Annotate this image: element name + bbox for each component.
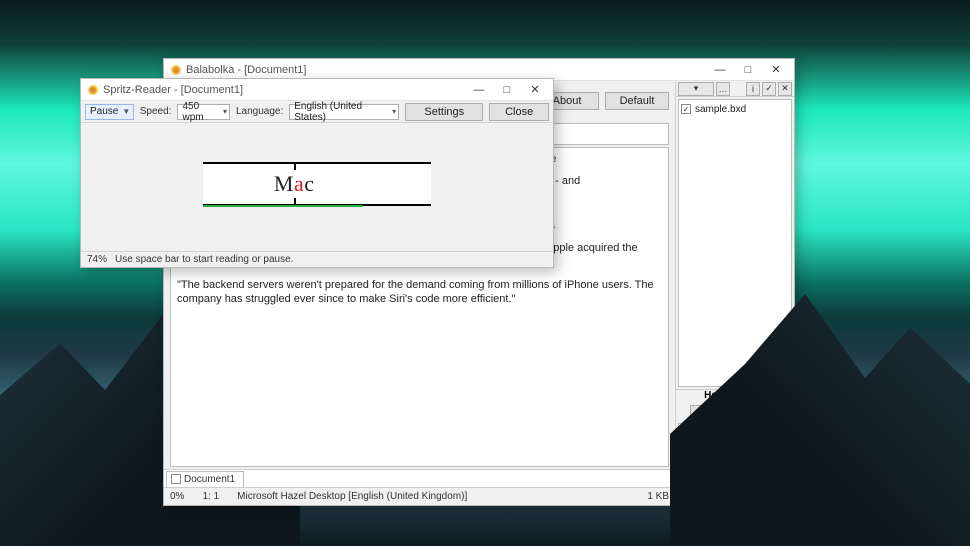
dict-remove-button[interactable]: ✕ xyxy=(778,82,792,96)
spritz-window: Spritz-Reader - [Document1] — □ ✕ Pause▼… xyxy=(80,78,554,268)
spritz-app-icon xyxy=(87,84,99,96)
list-item-label: German.hmg xyxy=(694,455,752,466)
spritz-titlebar[interactable]: Spritz-Reader - [Document1] — □ ✕ xyxy=(81,79,553,101)
list-item[interactable]: Russian Olga.hmg xyxy=(680,495,790,509)
status-size: 1 KB xyxy=(647,491,669,502)
close-spritz-button[interactable]: Close xyxy=(489,103,549,121)
checkbox-icon[interactable]: ✓ xyxy=(680,427,690,437)
list-item-label: Russian Olga.hmg xyxy=(694,497,776,508)
status-voice: Microsoft Hazel Desktop [English (United… xyxy=(237,491,467,502)
list-item[interactable]: Persian.hmg xyxy=(680,467,790,481)
dictionary-list[interactable]: ✓ sample.bxd xyxy=(678,99,792,387)
document-tab-label: Document1 xyxy=(184,474,235,485)
window-buttons: — □ ✕ xyxy=(706,60,790,80)
status-percent: 0% xyxy=(170,491,184,502)
dict-info-button[interactable]: i xyxy=(746,82,760,96)
word-prefix: M xyxy=(274,171,294,196)
maximize-button[interactable]: □ xyxy=(493,80,521,100)
homographs-list[interactable]: ✓ English.hmg French.hmg German.hmg Persian.… xyxy=(678,423,792,503)
language-dropdown[interactable]: English (United States)▾ xyxy=(289,104,399,120)
list-item[interactable]: French.hmg xyxy=(680,439,790,453)
spritz-hint: Use space bar to start reading or pause. xyxy=(115,254,293,265)
dict-dropdown[interactable]: ▾ xyxy=(678,82,714,96)
checkbox-icon[interactable] xyxy=(680,441,690,451)
sidebar: ▾ … i ✓ ✕ ✓ sample.bxd Homographs Edit ▾… xyxy=(676,81,794,505)
list-item-label: Persian.hmg xyxy=(694,469,750,480)
spritz-stage: Mac xyxy=(81,123,553,251)
maximize-button[interactable]: □ xyxy=(734,60,762,80)
spritz-toolbar: Pause▼ Speed: 450 wpm▾ Language: English… xyxy=(81,101,553,123)
list-item[interactable]: ✓ English.hmg xyxy=(680,425,790,439)
spritz-word-box: Mac xyxy=(203,162,431,206)
dict-browse-button[interactable]: … xyxy=(716,82,730,96)
list-item-label: sample.bxd xyxy=(695,104,746,115)
spritz-title: Spritz-Reader - [Document1] xyxy=(103,84,461,96)
pivot-marker-bottom-icon xyxy=(294,198,296,204)
checkbox-icon[interactable] xyxy=(680,469,690,479)
word-suffix: c xyxy=(304,171,314,196)
balabolka-title: Balabolka - [Document1] xyxy=(186,64,702,76)
tab-checkbox-icon xyxy=(171,474,181,484)
word-pivot: a xyxy=(294,171,304,196)
checkbox-icon[interactable] xyxy=(680,455,690,465)
pivot-marker-top-icon xyxy=(294,164,296,170)
close-button[interactable]: ✕ xyxy=(521,80,549,100)
settings-button[interactable]: Settings xyxy=(405,103,483,121)
list-item-label: Russian Nicolai (SAPI4).hmg xyxy=(692,477,790,499)
doc-line: "The backend servers weren't prepared fo… xyxy=(177,278,662,307)
spritz-word: Mac xyxy=(274,171,315,197)
minimize-button[interactable]: — xyxy=(706,60,734,80)
homographs-edit-button[interactable]: Edit ▾ xyxy=(690,405,780,419)
language-label: Language: xyxy=(236,106,283,117)
dict-apply-button[interactable]: ✓ xyxy=(762,82,776,96)
checkbox-icon[interactable] xyxy=(680,497,690,507)
spritz-progress-bar xyxy=(203,205,363,207)
sidebar-toolbar: ▾ … i ✓ ✕ xyxy=(676,81,794,97)
spritz-status-bar: 74% Use space bar to start reading or pa… xyxy=(81,251,553,267)
minimize-button[interactable]: — xyxy=(465,80,493,100)
speed-label: Speed: xyxy=(140,106,172,117)
document-tab[interactable]: Document1 xyxy=(166,471,244,487)
list-item[interactable]: ✓ sample.bxd xyxy=(681,102,789,116)
status-bar: 0% 1: 1 Microsoft Hazel Desktop [English… xyxy=(164,487,675,505)
balabolka-app-icon xyxy=(170,64,182,76)
list-item[interactable]: German.hmg xyxy=(680,453,790,467)
default-button[interactable]: Default xyxy=(605,92,669,110)
checkbox-icon[interactable]: ✓ xyxy=(681,104,691,114)
list-item-label: French.hmg xyxy=(694,441,747,452)
pause-button[interactable]: Pause▼ xyxy=(85,104,134,120)
close-button[interactable]: ✕ xyxy=(762,60,790,80)
document-tab-bar: Document1 xyxy=(164,469,675,487)
spritz-progress-percent: 74% xyxy=(87,254,107,265)
checkbox-icon[interactable] xyxy=(680,483,688,493)
speed-dropdown[interactable]: 450 wpm▾ xyxy=(177,104,229,120)
status-cursor-pos: 1: 1 xyxy=(202,491,219,502)
list-item-label: English.hmg xyxy=(694,427,749,438)
list-item[interactable]: Russian Nicolai (SAPI4).hmg xyxy=(680,481,790,495)
window-buttons: — □ ✕ xyxy=(465,80,549,100)
homographs-header: Homographs xyxy=(676,389,794,403)
